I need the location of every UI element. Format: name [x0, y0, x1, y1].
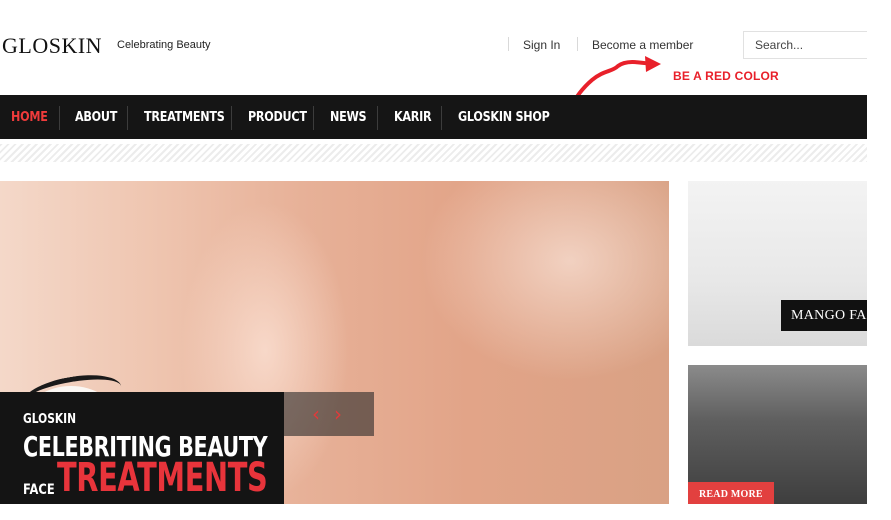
chevron-right-icon[interactable]: › [334, 402, 342, 426]
site-logo[interactable]: GLOSKIN [2, 33, 102, 59]
slider-controls [284, 392, 374, 436]
nav-divider [313, 106, 314, 130]
site-tagline: Celebrating Beauty [117, 39, 211, 51]
decorative-stripe-band [0, 144, 867, 162]
nav-item-home[interactable]: HOME [11, 95, 48, 139]
annotation-text: BE A RED COLOR [673, 69, 779, 83]
nav-item-product[interactable]: PRODUCT [248, 95, 307, 139]
read-more-button[interactable]: READ MORE [688, 482, 774, 504]
slide-face-label: FACE [23, 482, 55, 498]
nav-item-gloskin-shop[interactable]: GLOSKIN SHOP [458, 95, 550, 139]
side-card-title[interactable]: MANGO FA [781, 300, 867, 331]
slide-subtitle: TREATMENTS [57, 455, 268, 501]
nav-divider [231, 106, 232, 130]
chevron-left-icon[interactable]: ‹ [312, 402, 320, 426]
nav-item-news[interactable]: NEWS [330, 95, 367, 139]
nav-item-about[interactable]: ABOUT [75, 95, 117, 139]
nav-divider [441, 106, 442, 130]
main-nav: HOME ABOUT TREATMENTS PRODUCT NEWS KARIR… [0, 95, 867, 139]
nav-divider [59, 106, 60, 130]
divider [577, 37, 578, 51]
divider [508, 37, 509, 51]
search-input[interactable] [743, 31, 867, 59]
nav-item-karir[interactable]: KARIR [394, 95, 432, 139]
nav-divider [377, 106, 378, 130]
nav-divider [127, 106, 128, 130]
nav-item-treatments[interactable]: TREATMENTS [144, 95, 225, 139]
slide-brand: GLOSKIN [23, 412, 77, 427]
